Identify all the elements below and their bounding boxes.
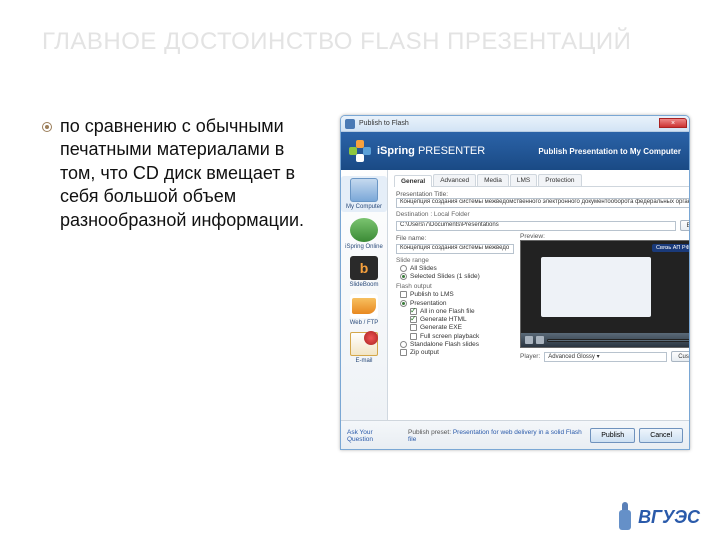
player-label: Player: — [520, 353, 540, 360]
file-name-label: File name: — [396, 235, 426, 242]
radio-icon — [400, 265, 407, 272]
banner-subtitle: Publish Presentation to My Computer — [538, 147, 681, 156]
publish-button[interactable]: Publish — [590, 428, 635, 443]
preset-label: Publish preset: — [408, 429, 451, 436]
globe-icon — [350, 218, 378, 242]
player-select[interactable]: Advanced Glossy ▾ — [544, 352, 667, 362]
radio-icon — [400, 341, 407, 348]
sidebar-item-label: SlideBoom — [349, 282, 378, 288]
check-all-in-one[interactable]: All in one Flash file — [410, 308, 514, 315]
browse-button[interactable]: Browse… — [680, 220, 690, 231]
ask-question-link[interactable]: Ask Your Question — [347, 429, 400, 443]
slide-body: по сравнению с обычными печатными матери… — [42, 115, 322, 232]
radio-icon — [400, 273, 407, 280]
tab-media[interactable]: Media — [477, 174, 509, 186]
preview-slide-body — [541, 257, 651, 317]
destination-path-input[interactable]: C:\Users\7\Documents\Presentations — [396, 221, 676, 231]
slide-title: ГЛАВНОЕ ДОСТОИНСТВО FLASH ПРЕЗЕНТАЦИЙ — [42, 28, 642, 56]
computer-icon — [350, 178, 378, 202]
brand-text: iSpring PRESENTER — [377, 145, 485, 157]
corner-logo: ВГУЭС — [616, 502, 700, 532]
check-zip[interactable]: Zip output — [400, 349, 514, 356]
customize-button[interactable]: Customize… — [671, 351, 690, 362]
window-title: Publish to Flash — [359, 120, 409, 127]
radio-all-slides[interactable]: All Slides — [400, 265, 514, 272]
sidebar-item-label: My Computer — [346, 204, 382, 210]
sidebar-item-label: iSpring Online — [345, 244, 383, 250]
brand-icon — [349, 140, 371, 162]
sidebar-item-label: Web / FTP — [350, 320, 379, 326]
tab-general[interactable]: General — [394, 175, 432, 187]
bullet-text: по сравнению с обычными печатными матери… — [60, 115, 322, 232]
preview-label: Preview: — [520, 233, 690, 240]
close-button[interactable]: × — [659, 118, 687, 128]
checkbox-icon — [410, 316, 417, 323]
tab-row: General Advanced Media LMS Protection — [394, 174, 690, 187]
check-fullscreen[interactable]: Full screen playback — [410, 333, 514, 340]
check-generate-exe[interactable]: Generate EXE — [410, 324, 514, 331]
check-publish-lms[interactable]: Publish to LMS — [400, 291, 514, 298]
play-icon[interactable] — [525, 336, 533, 344]
checkbox-icon — [410, 333, 417, 340]
preview-player-controls — [521, 333, 690, 347]
destination-label: Destination : Local Folder — [396, 211, 690, 218]
app-footer: Ask Your Question Publish preset: Presen… — [341, 420, 689, 450]
cancel-button[interactable]: Cancel — [639, 428, 683, 443]
sidebar-item-email[interactable]: E-mail — [341, 332, 387, 364]
sidebar-item-slideboom[interactable]: b SlideBoom — [341, 256, 387, 288]
progress-bar[interactable] — [547, 339, 690, 342]
window-titlebar: Publish to Flash × — [341, 116, 689, 132]
app-icon — [345, 119, 355, 129]
checkbox-icon — [400, 349, 407, 356]
mail-icon — [350, 332, 378, 356]
checkbox-icon — [400, 291, 407, 298]
checkbox-icon — [410, 324, 417, 331]
logo-text: ВГУЭС — [638, 507, 700, 528]
preview-pane: Связь АП РФ с ФОИВ — [520, 240, 690, 348]
sidebar-item-ispring-online[interactable]: iSpring Online — [341, 218, 387, 250]
prev-icon[interactable] — [536, 336, 544, 344]
sidebar: My Computer iSpring Online b SlideBoom W… — [341, 170, 388, 420]
tab-protection[interactable]: Protection — [538, 174, 581, 186]
folder-globe-icon — [350, 294, 378, 318]
file-name-input[interactable]: Концепция создания системы межведо — [396, 244, 514, 254]
app-window: Publish to Flash × iSpring PRESENTER Pub… — [340, 115, 690, 450]
tab-advanced[interactable]: Advanced — [433, 174, 476, 186]
app-banner: iSpring PRESENTER Publish Presentation t… — [341, 132, 689, 170]
tab-lms[interactable]: LMS — [510, 174, 537, 186]
slideboom-icon: b — [350, 256, 378, 280]
sidebar-item-my-computer[interactable]: My Computer — [341, 176, 387, 212]
check-generate-html[interactable]: Generate HTML — [410, 316, 514, 323]
radio-icon — [400, 300, 407, 307]
presentation-title-label: Presentation Title: — [396, 191, 690, 198]
radio-standalone[interactable]: Standalone Flash slides — [400, 341, 514, 348]
statue-icon — [616, 502, 634, 532]
flash-output-heading: Flash output — [396, 283, 514, 290]
main-panel: General Advanced Media LMS Protection Pr… — [388, 170, 690, 420]
presentation-title-input[interactable]: Концепция создания системы межведомствен… — [396, 198, 690, 208]
slide-range-heading: Slide range — [396, 257, 514, 264]
sidebar-item-label: E-mail — [355, 358, 372, 364]
bullet-icon — [42, 122, 52, 132]
sidebar-item-web-ftp[interactable]: Web / FTP — [341, 294, 387, 326]
radio-presentation[interactable]: Presentation — [400, 300, 514, 307]
radio-selected-slides[interactable]: Selected Slides (1 slide) — [400, 273, 514, 280]
preview-slide-title: Связь АП РФ с ФОИВ — [652, 244, 690, 252]
